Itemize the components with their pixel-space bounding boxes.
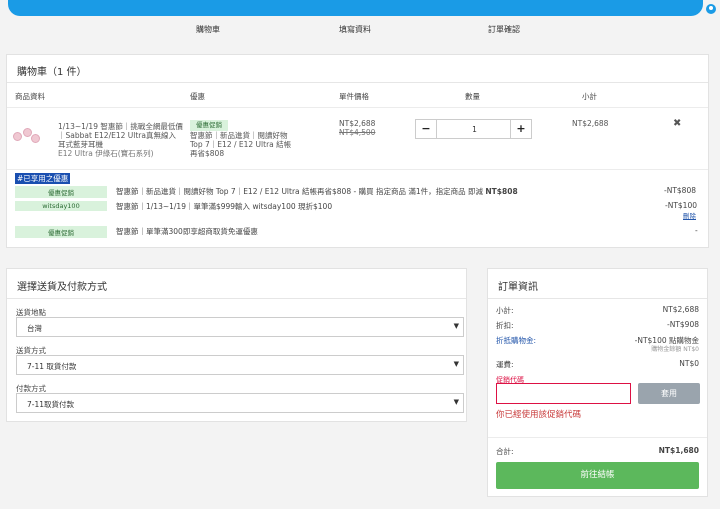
- step-cart: 購物車: [196, 25, 220, 34]
- credit-note: 購物金餘額 NT$0: [651, 346, 699, 353]
- delete-discount-link[interactable]: 刪除: [683, 210, 696, 220]
- discount-label: witsday100: [15, 201, 107, 211]
- discount-desc: 智惠節｜新品進貨｜閱讀好物 Top 7｜E12 / E12 Ultra 結帳再省…: [116, 187, 486, 196]
- col-unit-price: 單件價格: [339, 92, 369, 101]
- order-title: 訂單資訊: [488, 269, 707, 299]
- original-price: NT$4,500: [339, 128, 376, 137]
- order-shipping-row: 運費: NT$0: [496, 359, 699, 370]
- unit-price: NT$2,688 NT$4,500: [339, 119, 375, 137]
- total-label: 合計:: [496, 447, 514, 456]
- discount-amount: -NT$100: [665, 201, 697, 210]
- promo-tag: 優惠促銷: [190, 120, 228, 131]
- discount-label: 優惠促銷: [15, 186, 107, 198]
- used-discounts-title: #已享用之優惠: [15, 173, 71, 184]
- product-thumbnail[interactable]: [11, 124, 41, 146]
- cart-title: 購物車（1 件）: [7, 55, 708, 83]
- coupon-error-message: 你已經使用該促銷代碼: [496, 410, 582, 420]
- product-variant: E12 Ultra 伊綠石(寶石系列): [58, 149, 154, 158]
- col-quantity: 數量: [465, 92, 480, 101]
- caret-down-icon: ▼: [453, 360, 459, 368]
- divider: [7, 169, 708, 170]
- promo-text: 智惠節｜新品進貨｜閱讀好物 Top 7｜E12 / E12 Ultra 結帳再省…: [190, 131, 292, 158]
- discount-amount: -NT$808: [664, 186, 696, 195]
- shipping-value: NT$0: [679, 359, 699, 368]
- discount-label: 優惠促銷: [15, 226, 107, 238]
- quantity-stepper[interactable]: − +: [415, 119, 532, 139]
- payment-method-select[interactable]: 7-11取貨付款 ▼: [16, 393, 464, 413]
- shipping-title: 選擇送貨及付款方式: [7, 269, 466, 299]
- user-icon[interactable]: [706, 4, 716, 14]
- product-name[interactable]: 1/13~1/19 智惠節｜挑戰全網最低價｜Sabbat E12/E12 Ult…: [58, 122, 183, 158]
- total-value: NT$1,680: [658, 446, 699, 455]
- earbud-icon: [31, 134, 40, 143]
- increase-qty-button[interactable]: +: [510, 120, 531, 138]
- quantity-input[interactable]: [438, 120, 511, 138]
- region-select[interactable]: 台灣 ▼: [16, 317, 464, 337]
- subtotal-value: NT$2,688: [662, 305, 699, 314]
- current-price: NT$2,688: [339, 119, 376, 128]
- product-title[interactable]: 1/13~1/19 智惠節｜挑戰全網最低價｜Sabbat E12/E12 Ult…: [58, 122, 183, 149]
- caret-down-icon: ▼: [453, 322, 459, 330]
- payment-value: 7-11取貨付款: [27, 400, 75, 409]
- coupon-code-input[interactable]: [496, 383, 631, 404]
- header-bar: [8, 0, 703, 16]
- col-product: 商品資料: [15, 92, 45, 101]
- discount-bold: NT$808: [485, 187, 518, 196]
- remove-item-icon[interactable]: ✖: [673, 118, 681, 129]
- order-total-row: 合計: NT$1,680: [496, 446, 699, 457]
- region-value: 台灣: [27, 324, 42, 333]
- order-subtotal-row: 小計: NT$2,688: [496, 305, 699, 316]
- shipping-label: 運費:: [496, 360, 514, 369]
- col-subtotal: 小計: [582, 92, 597, 101]
- shipping-method-select[interactable]: 7-11 取貨付款 ▼: [16, 355, 464, 375]
- discount-label: 折扣:: [496, 321, 514, 330]
- decrease-qty-button[interactable]: −: [416, 120, 437, 138]
- credit-label: 折抵購物金:: [496, 336, 537, 345]
- item-subtotal: NT$2,688: [572, 119, 609, 128]
- top-navbar: [0, 0, 720, 16]
- item-promo: 優惠促銷 智惠節｜新品進貨｜閱讀好物 Top 7｜E12 / E12 Ultra…: [190, 120, 295, 158]
- caret-down-icon: ▼: [453, 398, 459, 406]
- col-promo: 優惠: [190, 92, 205, 101]
- divider: [7, 107, 708, 108]
- checkout-button[interactable]: 前往結帳: [496, 462, 699, 489]
- discount-text: 智惠節｜新品進貨｜閱讀好物 Top 7｜E12 / E12 Ultra 結帳再省…: [116, 186, 518, 197]
- step-fill-info: 填寫資料: [339, 25, 371, 34]
- divider: [488, 437, 707, 438]
- discount-text: 智惠節｜1/13~1/19｜單筆滿$999輸入 witsday100 現折$10…: [116, 202, 333, 211]
- shipping-panel: 選擇送貨及付款方式 送貨地點 台灣 ▼ 送貨方式 7-11 取貨付款 ▼ 付款方…: [6, 268, 467, 422]
- discount-text: 智惠節｜單筆滿300即享超商取貨免運優惠: [116, 227, 258, 236]
- apply-coupon-button[interactable]: 套用: [638, 383, 700, 404]
- earbud-icon: [13, 132, 22, 141]
- subtotal-label: 小計:: [496, 306, 514, 315]
- step-confirm: 訂單確認: [488, 25, 520, 34]
- discount-value: -NT$908: [667, 320, 699, 329]
- checkout-steps: 購物車 填寫資料 訂單確認: [0, 24, 720, 36]
- method-value: 7-11 取貨付款: [27, 362, 77, 371]
- order-discount-row: 折扣: -NT$908: [496, 320, 699, 331]
- discount-amount: -: [695, 226, 698, 235]
